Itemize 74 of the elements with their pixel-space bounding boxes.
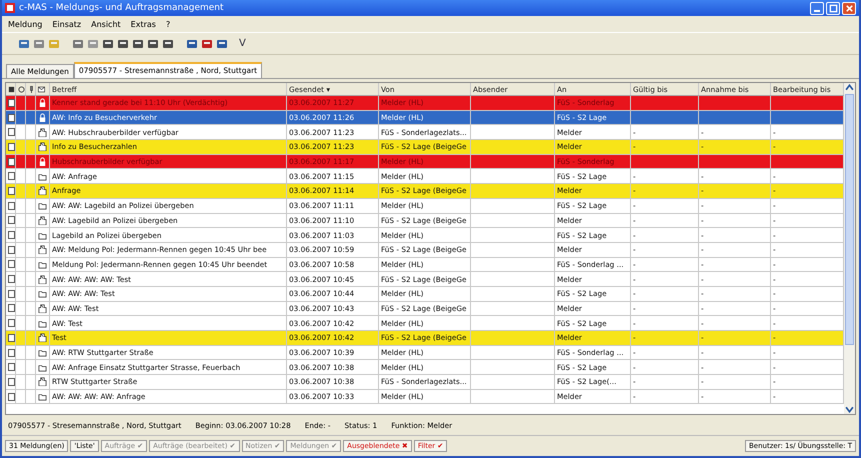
menu-item[interactable]: ? [166, 20, 170, 28]
row-checkbox[interactable] [8, 275, 15, 284]
row-checkbox[interactable] [8, 392, 15, 401]
toolbar-icon[interactable] [18, 38, 30, 50]
row-checkbox[interactable] [8, 363, 15, 372]
menu-item[interactable]: Einsatz [52, 20, 82, 28]
pin-icon [28, 86, 35, 92]
scrollbar[interactable] [844, 83, 855, 414]
toolbar-check[interactable]: V [239, 38, 246, 49]
menu-item[interactable]: Ansicht [91, 20, 121, 28]
lock-icon [38, 157, 47, 166]
menu-item[interactable]: Meldung [8, 20, 42, 28]
row-checkbox[interactable] [8, 378, 15, 386]
document-icon [38, 377, 47, 386]
toolbar-icon[interactable] [117, 38, 129, 50]
row-checkbox[interactable] [8, 172, 15, 180]
row-checkbox[interactable] [8, 142, 15, 151]
close-icon [844, 4, 854, 12]
maximize-icon [828, 4, 838, 12]
row-checkbox[interactable] [8, 246, 15, 254]
row-checkbox[interactable] [8, 319, 15, 328]
row-checkbox[interactable] [8, 334, 15, 342]
minimize-icon [814, 10, 820, 12]
checkbox-header-icon [8, 86, 15, 92]
column-header[interactable] [36, 83, 50, 95]
row-checkbox[interactable] [8, 260, 15, 268]
folder-icon [38, 201, 47, 210]
toolbar-icon[interactable] [72, 38, 84, 50]
column-header[interactable] [6, 83, 16, 95]
scroll-down-icon[interactable] [845, 405, 854, 414]
clock-icon [18, 86, 25, 92]
document-icon [38, 245, 47, 254]
toolbar-icon[interactable] [201, 38, 213, 50]
minimize-button[interactable] [810, 2, 824, 14]
column-header[interactable] [16, 83, 26, 95]
document-icon [38, 128, 47, 137]
row-checkbox[interactable] [8, 128, 15, 136]
row-checkbox[interactable] [8, 348, 15, 357]
document-icon [38, 186, 47, 196]
document-icon [38, 216, 47, 225]
document-icon [38, 142, 47, 152]
row-checkbox[interactable] [8, 158, 15, 166]
row-checkbox[interactable] [8, 98, 15, 107]
close-button[interactable] [842, 2, 856, 14]
menu-item[interactable]: Extras [130, 20, 156, 28]
scroll-up-icon[interactable] [845, 83, 854, 92]
window-title: c-MAS - Meldungs- und Auftragsmanagement [19, 3, 225, 13]
row-checkbox[interactable] [8, 216, 15, 224]
row-checkbox[interactable] [8, 231, 15, 240]
document-icon [38, 274, 47, 284]
row-checkbox[interactable] [8, 290, 15, 298]
row-checkbox[interactable] [8, 304, 15, 312]
row-checkbox[interactable] [8, 186, 15, 195]
app-icon [5, 3, 15, 13]
envelope-icon [38, 86, 45, 92]
row-checkbox[interactable] [8, 202, 15, 210]
toolbar-icon[interactable] [147, 38, 159, 50]
folder-icon [38, 392, 47, 402]
lock-icon [38, 98, 47, 108]
toolbar-icon[interactable] [102, 38, 114, 50]
lock-icon [38, 113, 47, 122]
folder-icon [38, 318, 47, 328]
folder-icon [38, 172, 47, 181]
folder-icon [38, 289, 47, 298]
folder-icon [38, 260, 47, 269]
toolbar-icon[interactable] [162, 38, 174, 50]
maximize-button[interactable] [826, 2, 840, 14]
toolbar-icon[interactable] [186, 38, 198, 50]
row-checkbox[interactable] [8, 114, 15, 122]
toolbar-icon[interactable] [216, 38, 228, 50]
document-icon [38, 304, 47, 313]
document-icon [38, 333, 47, 342]
folder-icon [38, 230, 47, 240]
toolbar-icon[interactable] [132, 38, 144, 50]
